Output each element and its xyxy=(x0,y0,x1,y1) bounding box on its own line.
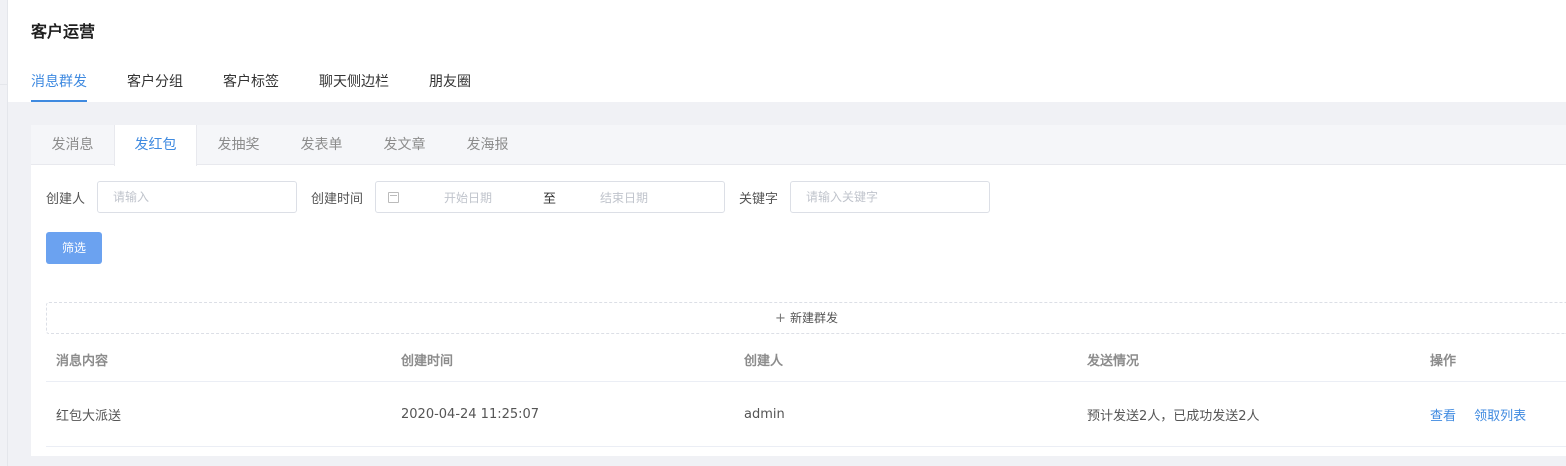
row-actions: 查看 领取列表 xyxy=(1420,405,1566,424)
table-header: 消息内容 创建时间 创建人 发送情况 操作 xyxy=(46,337,1566,382)
tab-moments[interactable]: 朋友圈 xyxy=(429,62,471,102)
date-range-picker[interactable]: 开始日期 至 结束日期 xyxy=(375,181,726,213)
tab-chat-sidebar[interactable]: 聊天侧边栏 xyxy=(319,62,389,102)
row-created-time: 2020-04-24 11:25:07 xyxy=(401,406,540,422)
page-title: 客户运营 xyxy=(31,22,96,41)
subtab-send-poster[interactable]: 发海报 xyxy=(446,125,529,164)
header-send-status: 发送情况 xyxy=(1087,353,1140,369)
header-creator: 创建人 xyxy=(744,353,784,369)
end-date-input[interactable]: 结束日期 xyxy=(600,189,648,206)
tab-message-broadcast[interactable]: 消息群发 xyxy=(31,62,87,102)
creator-label: 创建人 xyxy=(46,191,86,207)
page-header: 客户运营 消息群发 客户分组 客户标签 聊天侧边栏 朋友圈 xyxy=(8,0,1566,102)
left-rail xyxy=(0,0,8,466)
plus-icon: + xyxy=(775,311,786,326)
content-panel: 发消息 发红包 发抽奖 发表单 发文章 发海报 创建人 请输入 创建时间 开始日… xyxy=(31,125,1566,456)
header-content: 消息内容 xyxy=(56,353,109,369)
claim-list-link[interactable]: 领取列表 xyxy=(1474,409,1526,424)
row-send-status: 预计发送2人，已成功发送2人 xyxy=(1087,408,1260,424)
new-broadcast-button[interactable]: + 新建群发 xyxy=(46,302,1566,334)
sub-tabs: 发消息 发红包 发抽奖 发表单 发文章 发海报 xyxy=(31,125,1566,166)
filter-button[interactable]: 筛选 xyxy=(46,232,102,264)
rail-divider xyxy=(0,84,8,85)
table-row: 红包大派送 2020-04-24 11:25:07 admin 预计发送2人，已… xyxy=(46,382,1566,447)
new-broadcast-label: 新建群发 xyxy=(789,311,838,325)
subtab-send-lottery[interactable]: 发抽奖 xyxy=(197,125,280,164)
calendar-icon xyxy=(388,191,400,203)
row-content: 红包大派送 xyxy=(56,408,122,424)
start-date-input[interactable]: 开始日期 xyxy=(444,189,492,206)
subtab-send-form[interactable]: 发表单 xyxy=(280,125,363,164)
broadcast-table: 消息内容 创建时间 创建人 发送情况 操作 红包大派送 2020-04-24 1… xyxy=(46,337,1566,447)
subtab-send-red-packet[interactable]: 发红包 xyxy=(114,125,197,166)
keyword-input[interactable]: 请输入关键字 xyxy=(790,181,991,213)
subtab-send-message[interactable]: 发消息 xyxy=(31,125,114,164)
tab-customer-groups[interactable]: 客户分组 xyxy=(127,62,183,102)
date-separator: 至 xyxy=(543,191,557,207)
keyword-label: 关键字 xyxy=(739,191,779,207)
view-link[interactable]: 查看 xyxy=(1430,409,1456,424)
row-creator: admin xyxy=(744,406,785,422)
created-time-label: 创建时间 xyxy=(311,191,364,207)
header-created-time: 创建时间 xyxy=(401,353,454,369)
tab-customer-tags[interactable]: 客户标签 xyxy=(223,62,279,102)
creator-input[interactable]: 请输入 xyxy=(97,181,298,213)
filter-row: 创建人 请输入 创建时间 开始日期 至 结束日期 关键字 请输入关键字 xyxy=(46,181,1004,213)
subtab-send-article[interactable]: 发文章 xyxy=(363,125,446,164)
header-actions: 操作 xyxy=(1430,353,1457,369)
main-tabs: 消息群发 客户分组 客户标签 聊天侧边栏 朋友圈 xyxy=(31,62,511,102)
